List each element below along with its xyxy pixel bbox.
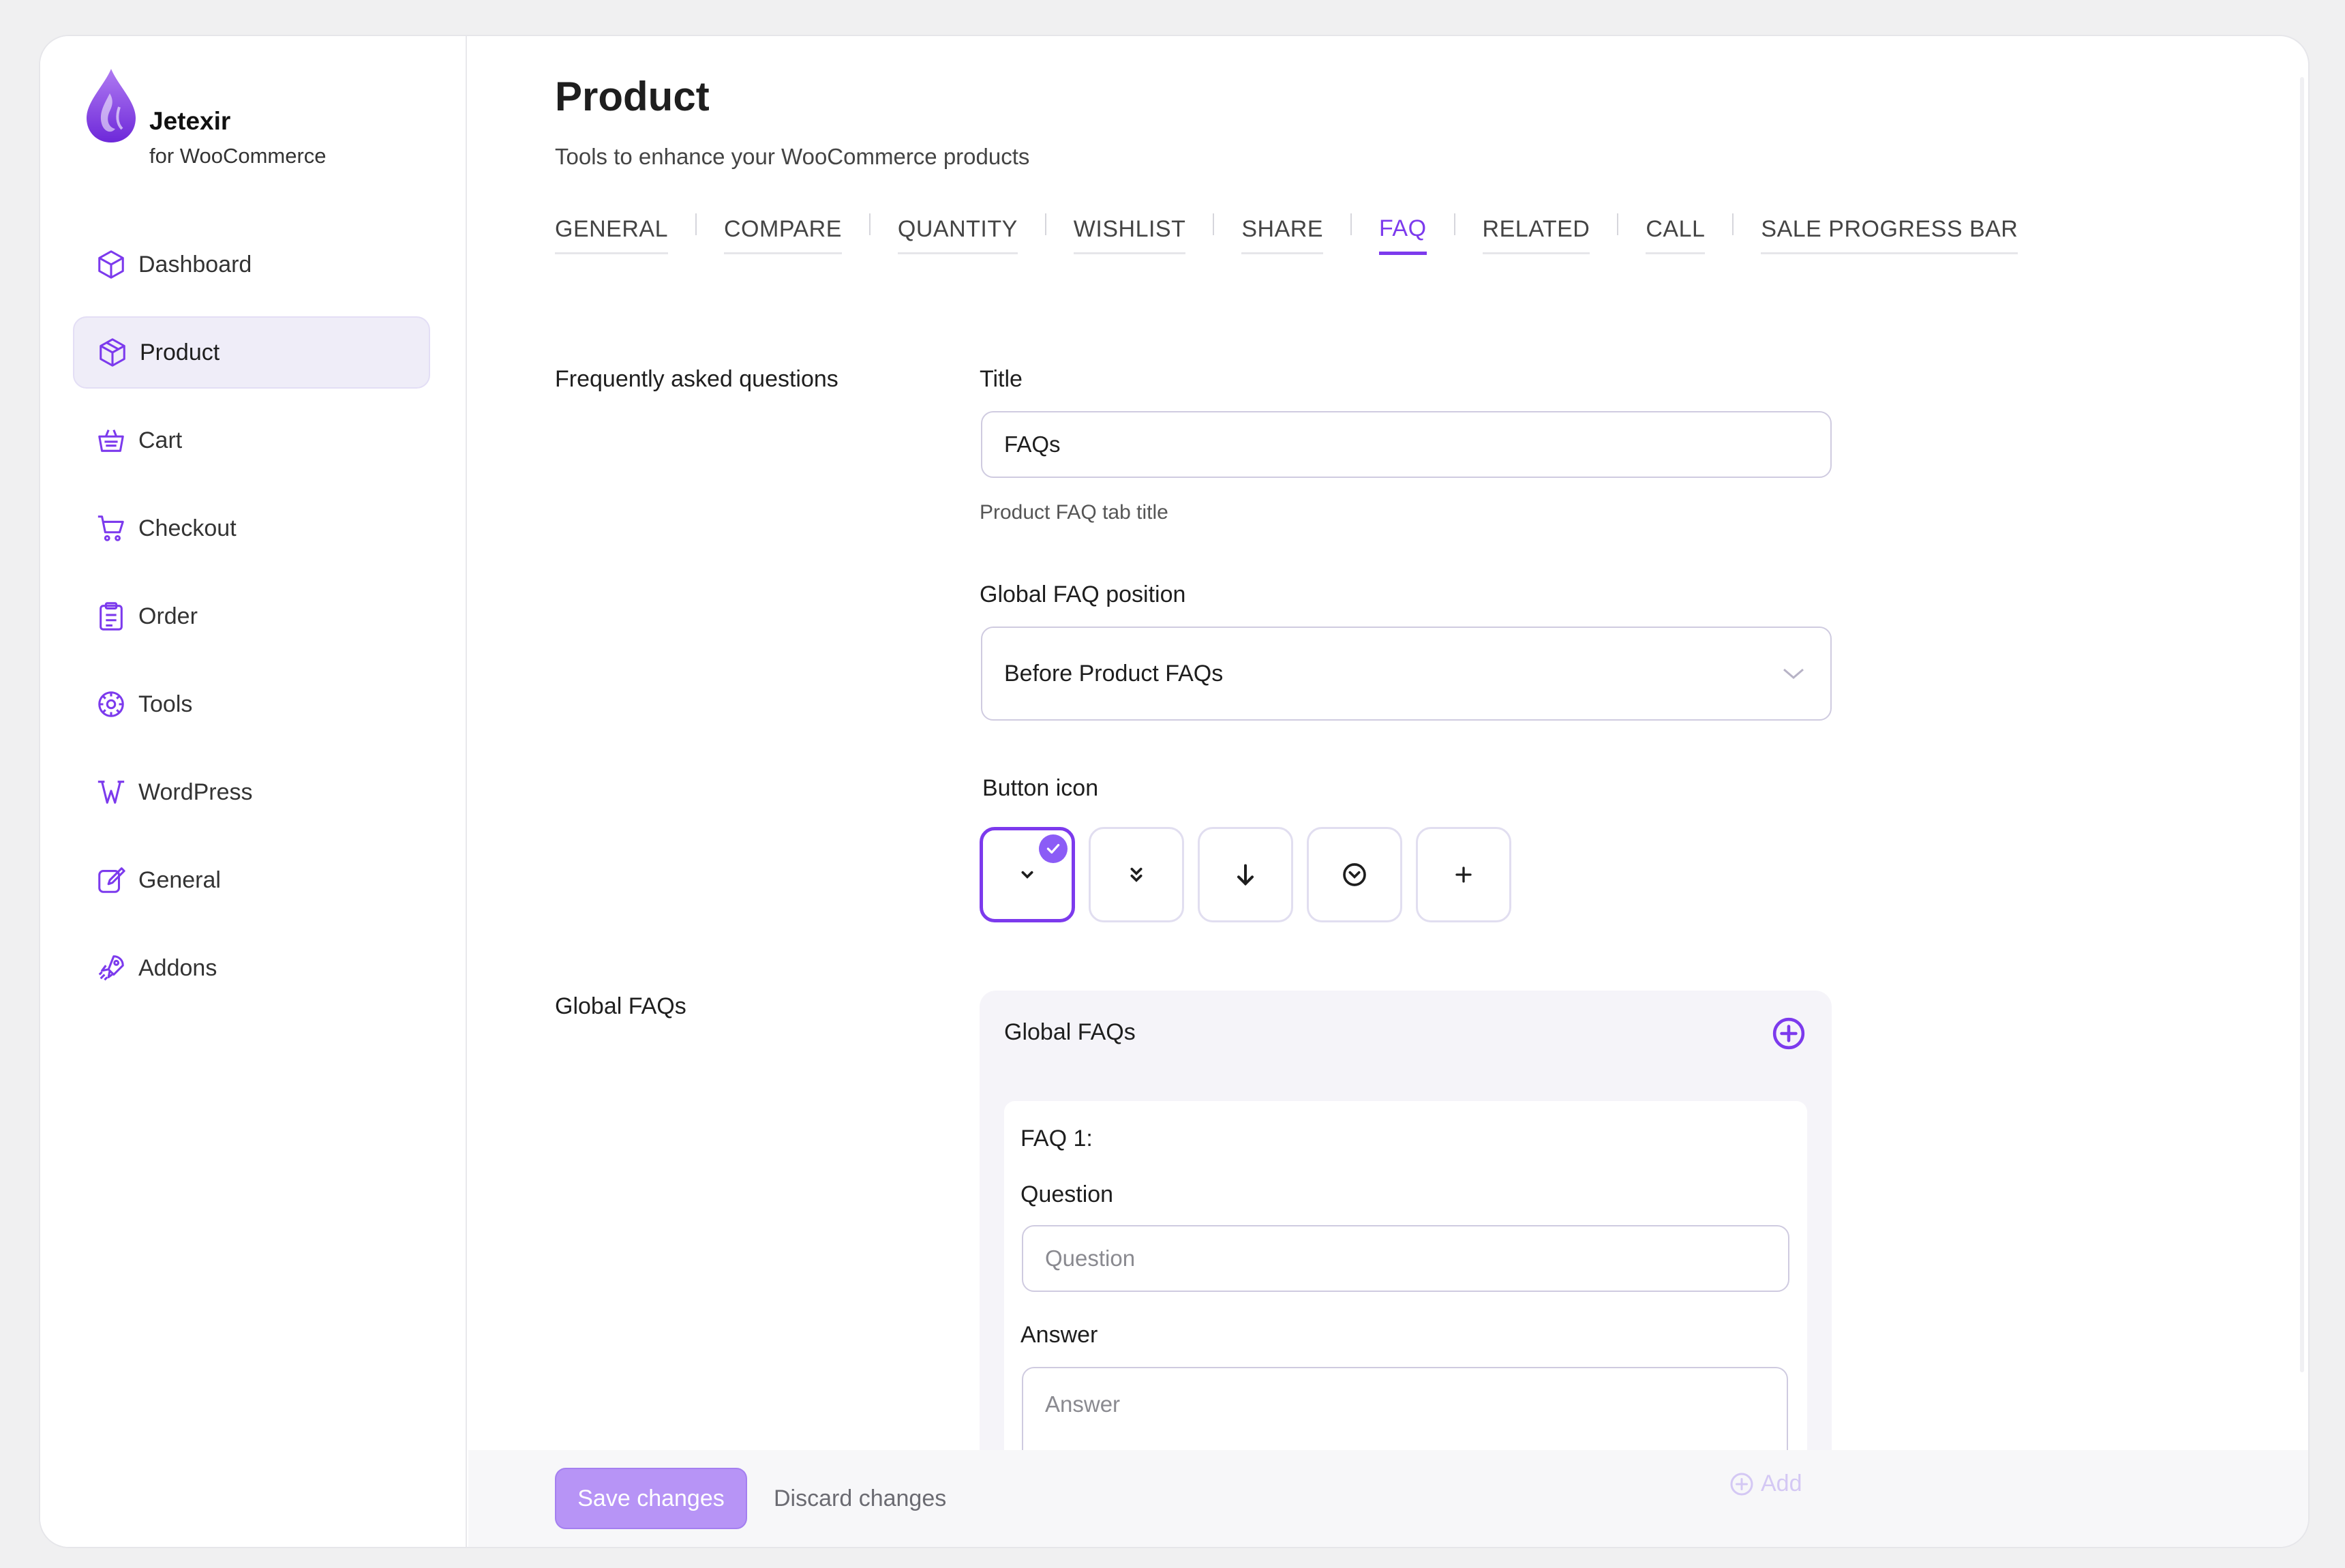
button-icon-label: Button icon xyxy=(982,775,1099,801)
icon-option-plus[interactable] xyxy=(1416,827,1511,922)
chevron-down-icon xyxy=(1021,871,1033,879)
sidebar-item-label: Addons xyxy=(138,954,217,981)
page-title: Product xyxy=(555,74,710,119)
edit-icon xyxy=(95,864,127,896)
flame-logo-icon xyxy=(87,69,136,142)
rocket-icon xyxy=(95,952,127,984)
add-circle-icon[interactable] xyxy=(1772,1016,1806,1051)
faq-item-card: FAQ 1: Question Answer xyxy=(1004,1101,1807,1510)
icon-option-double-chevron[interactable] xyxy=(1089,827,1184,922)
tab-wishlist[interactable]: WISHLIST xyxy=(1073,216,1186,254)
icon-option-circle-chevron[interactable] xyxy=(1307,827,1402,922)
tab-bar: GENERAL COMPARE QUANTITY WISHLIST SHARE … xyxy=(555,209,2018,261)
faq-section-label: Frequently asked questions xyxy=(555,366,838,392)
icon-option-arrow[interactable] xyxy=(1198,827,1293,922)
sidebar-item-label: Checkout xyxy=(138,515,237,541)
question-label: Question xyxy=(1020,1181,1114,1207)
tab-divider xyxy=(695,213,697,235)
faq-item-title: FAQ 1: xyxy=(1020,1126,1093,1151)
tab-divider xyxy=(868,213,871,235)
scrollbar-track[interactable] xyxy=(2300,77,2304,1372)
tab-share[interactable]: SHARE xyxy=(1241,216,1324,254)
global-faqs-section-label: Global FAQs xyxy=(555,993,686,1019)
sidebar-item-dashboard[interactable]: Dashboard xyxy=(73,228,430,301)
tab-sale-progress-bar[interactable]: SALE PROGRESS BAR xyxy=(1761,216,2018,254)
add-faq-button[interactable]: Add xyxy=(1729,1471,1802,1497)
sidebar-item-order[interactable]: Order xyxy=(73,580,430,652)
box-icon xyxy=(96,336,129,369)
tab-related[interactable]: RELATED xyxy=(1482,216,1590,254)
basket-icon xyxy=(95,424,127,457)
faq-title-input[interactable] xyxy=(981,411,1832,478)
wordpress-icon xyxy=(95,776,127,809)
footer-action-bar: Save changes Discard changes Add xyxy=(468,1450,2308,1547)
position-field-label: Global FAQ position xyxy=(980,582,1186,607)
title-help-text: Product FAQ tab title xyxy=(980,501,1168,524)
cart-icon xyxy=(95,512,127,545)
button-icon-options xyxy=(980,827,1525,922)
sidebar-item-label: WordPress xyxy=(138,779,253,805)
add-faq-label: Add xyxy=(1761,1471,1802,1496)
add-circle-icon xyxy=(1730,1473,1753,1495)
faq-position-select[interactable]: Before Product FAQs xyxy=(981,627,1832,721)
icon-option-chevron[interactable] xyxy=(980,827,1075,922)
sidebar-item-general[interactable]: General xyxy=(73,844,430,916)
chevron-down-icon xyxy=(1783,668,1804,679)
sidebar-item-wordpress[interactable]: WordPress xyxy=(73,756,430,828)
save-button[interactable]: Save changes xyxy=(555,1468,747,1529)
arrow-down-icon xyxy=(1237,864,1254,886)
sidebar: Jetexir for WooCommerce Dashboard Produc… xyxy=(40,36,467,1547)
tools-icon xyxy=(95,688,127,721)
sidebar-item-label: Product xyxy=(140,339,220,365)
question-input[interactable] xyxy=(1022,1225,1789,1292)
tab-divider xyxy=(1213,213,1215,235)
double-chevron-down-icon xyxy=(1130,867,1143,882)
tab-call[interactable]: CALL xyxy=(1646,216,1706,254)
sidebar-item-checkout[interactable]: Checkout xyxy=(73,492,430,564)
main-content: Product Tools to enhance your WooCommerc… xyxy=(468,36,2308,1547)
brand[interactable]: Jetexir for WooCommerce xyxy=(84,66,438,168)
selected-check-badge xyxy=(1039,834,1068,863)
answer-label: Answer xyxy=(1020,1322,1098,1348)
sidebar-item-addons[interactable]: Addons xyxy=(73,932,430,1004)
circle-chevron-down-icon xyxy=(1343,863,1366,886)
sidebar-item-label: Dashboard xyxy=(138,251,252,277)
faq-position-value: Before Product FAQs xyxy=(1004,660,1224,687)
sidebar-item-product[interactable]: Product xyxy=(73,316,430,389)
brand-name: Jetexir xyxy=(149,107,231,135)
title-field-label: Title xyxy=(980,366,1023,392)
page-subtitle: Tools to enhance your WooCommerce produc… xyxy=(555,144,1030,169)
tab-divider xyxy=(1732,213,1734,235)
tab-divider xyxy=(1453,213,1455,235)
sidebar-item-tools[interactable]: Tools xyxy=(73,668,430,740)
cube-icon xyxy=(95,248,127,281)
plus-icon xyxy=(1455,866,1472,883)
sidebar-item-cart[interactable]: Cart xyxy=(73,404,430,477)
check-icon xyxy=(1046,843,1060,854)
app-window: Jetexir for WooCommerce Dashboard Produc… xyxy=(39,35,2310,1548)
tab-general[interactable]: GENERAL xyxy=(555,216,668,254)
tab-divider xyxy=(1044,213,1046,235)
sidebar-item-label: General xyxy=(138,866,221,893)
tab-faq[interactable]: FAQ xyxy=(1379,215,1427,255)
sidebar-item-label: Tools xyxy=(138,691,193,717)
brand-subtitle: for WooCommerce xyxy=(149,144,327,168)
global-faqs-panel-title: Global FAQs xyxy=(1004,1019,1136,1045)
tab-quantity[interactable]: QUANTITY xyxy=(897,216,1018,254)
discard-button[interactable]: Discard changes xyxy=(774,1468,946,1529)
clipboard-icon xyxy=(95,600,127,633)
tab-compare[interactable]: COMPARE xyxy=(724,216,842,254)
tab-divider xyxy=(1350,213,1352,235)
sidebar-item-label: Cart xyxy=(138,427,183,453)
sidebar-nav: Dashboard Product Cart Checkout Order To… xyxy=(73,228,430,1020)
sidebar-item-label: Order xyxy=(138,603,198,629)
tab-divider xyxy=(1617,213,1619,235)
